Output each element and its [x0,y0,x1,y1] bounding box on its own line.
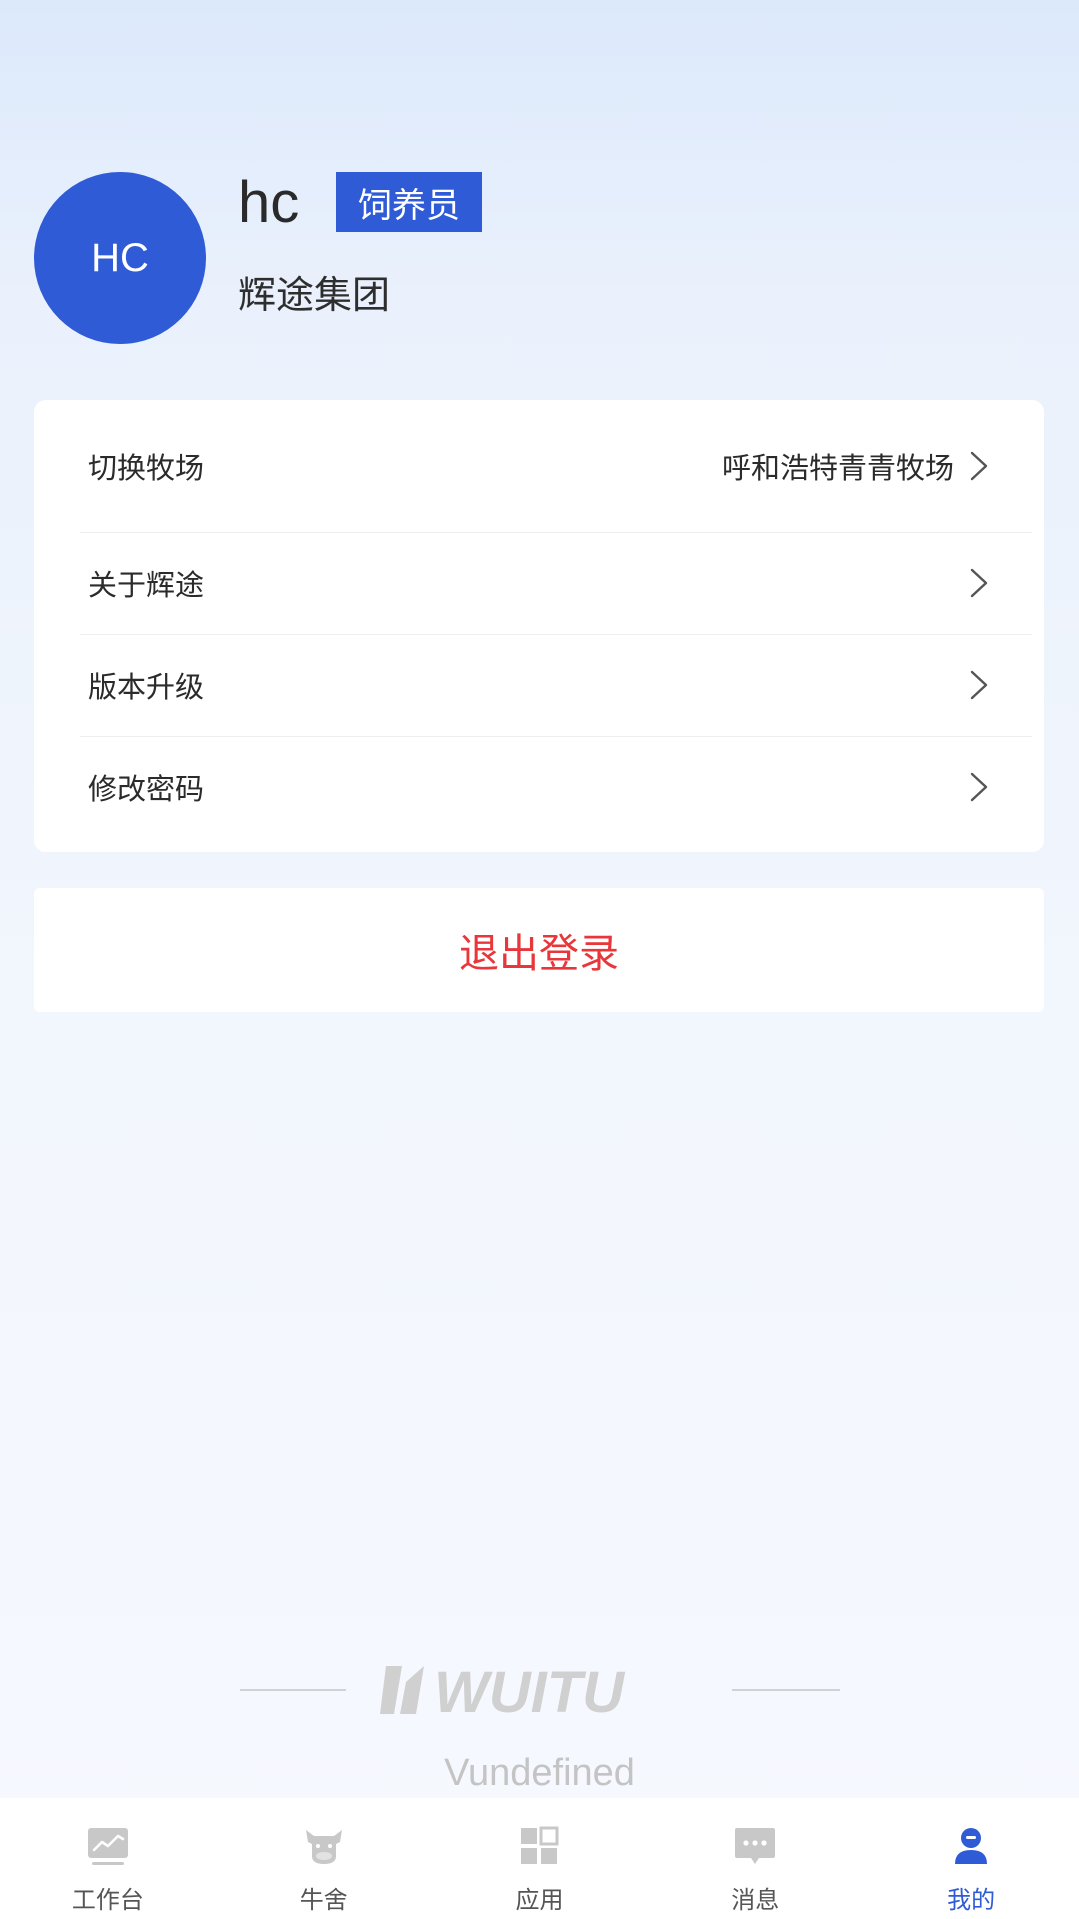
brand-divider-left [240,1689,346,1691]
brand-logo: WUITU [380,1660,626,1720]
tab-label: 牛舍 [299,1886,348,1914]
chevron-right-icon [970,772,988,802]
logout-button[interactable]: 退出登录 [34,888,1044,1012]
change-password-item[interactable]: 修改密码 [34,736,1044,838]
current-ranch-value: 呼和浩特青青牧场 [721,451,954,485]
tab-messages[interactable]: 消息 [647,1798,863,1919]
tab-label: 应用 [515,1886,564,1914]
avatar[interactable]: HC [34,172,206,344]
switch-ranch-label: 切换牧场 [88,451,205,485]
user-icon [955,1828,988,1864]
chart-icon [87,1828,128,1865]
company-name: 辉途集团 [238,273,391,317]
cow-icon [305,1830,342,1864]
username: hc [238,170,300,235]
about-item[interactable]: 关于辉途 [34,532,1044,634]
bottom-tab-bar: 工作台 牛舍 应用 消息 我的 [0,1798,1079,1919]
switch-ranch-item[interactable]: 切换牧场 呼和浩特青青牧场 [34,400,1044,532]
tab-label: 消息 [731,1886,780,1914]
brand-divider-right [732,1689,840,1691]
grid-icon [521,1826,559,1864]
avatar-initials: HC [91,235,149,280]
message-icon [735,1828,776,1864]
tab-mine[interactable]: 我的 [863,1798,1079,1919]
settings-menu-card: 切换牧场 呼和浩特青青牧场 关于辉途 版本升级 修改密码 [34,400,1044,852]
chevron-right-icon [970,451,988,481]
version-upgrade-label: 版本升级 [88,670,205,704]
tab-workbench[interactable]: 工作台 [0,1798,216,1919]
tab-label: 工作台 [71,1886,144,1914]
tab-apps[interactable]: 应用 [432,1798,648,1919]
tab-label: 我的 [947,1886,996,1914]
brand-logo-text: WUITU [434,1660,626,1720]
about-label: 关于辉途 [88,568,205,602]
tab-barn[interactable]: 牛舍 [216,1798,432,1919]
version-upgrade-item[interactable]: 版本升级 [34,634,1044,736]
change-password-label: 修改密码 [88,772,205,806]
role-badge: 饲养员 [336,172,482,232]
app-version: Vundefined [444,1752,635,1794]
chevron-right-icon [970,670,988,700]
chevron-right-icon [970,568,988,598]
